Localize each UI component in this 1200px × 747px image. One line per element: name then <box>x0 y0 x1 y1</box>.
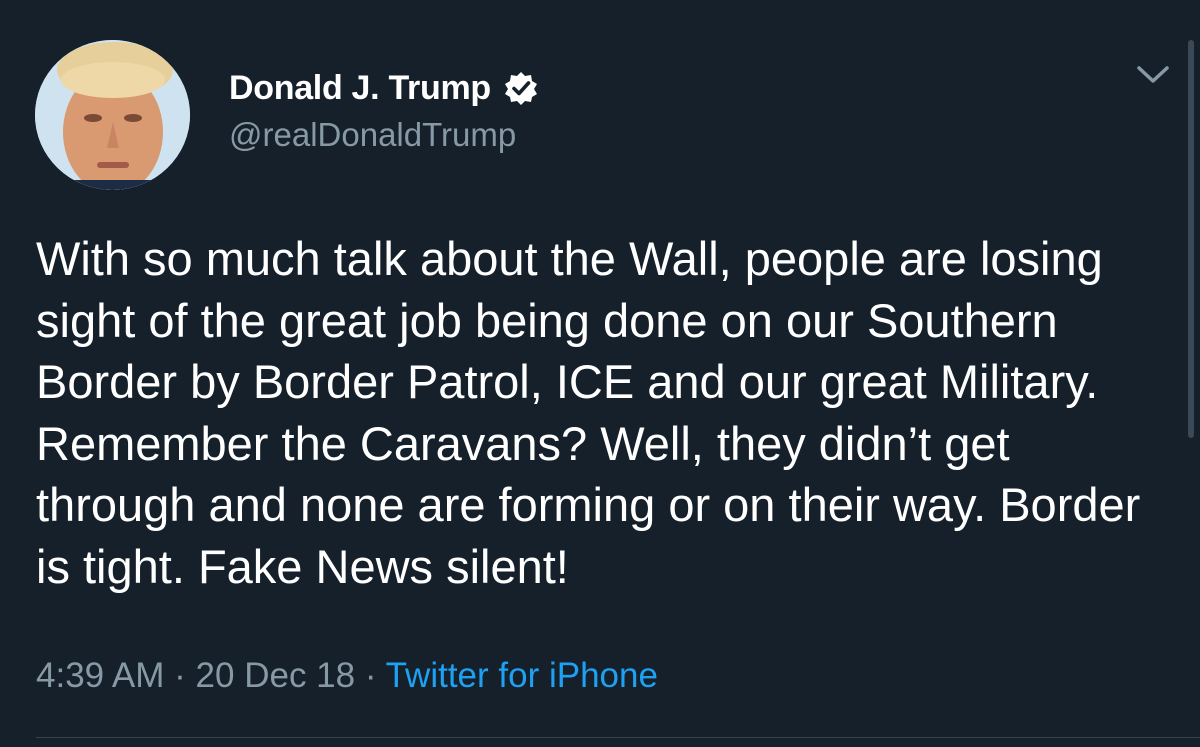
divider <box>36 737 1200 738</box>
author-display-name[interactable]: Donald J. Trump <box>229 69 491 108</box>
tweet-card: Donald J. Trump @realDonaldTrump With so… <box>0 0 1200 747</box>
meta-separator: · <box>364 656 377 695</box>
verified-badge-icon <box>503 70 539 106</box>
tweet-date[interactable]: 20 Dec 18 <box>196 656 356 695</box>
author-name-row: Donald J. Trump <box>229 64 539 112</box>
tweet-text: With so much talk about the Wall, people… <box>36 232 1141 593</box>
tweet-metadata: 4:39 AM · 20 Dec 18 · Twitter for iPhone <box>36 656 658 696</box>
tweet-source-link[interactable]: Twitter for iPhone <box>386 656 658 695</box>
tweet-time[interactable]: 4:39 AM <box>36 656 164 695</box>
meta-separator: · <box>174 656 186 695</box>
scrollbar[interactable] <box>1188 40 1194 438</box>
author-handle[interactable]: @realDonaldTrump <box>229 116 516 154</box>
avatar[interactable] <box>35 40 190 190</box>
chevron-down-icon[interactable] <box>1133 60 1173 90</box>
